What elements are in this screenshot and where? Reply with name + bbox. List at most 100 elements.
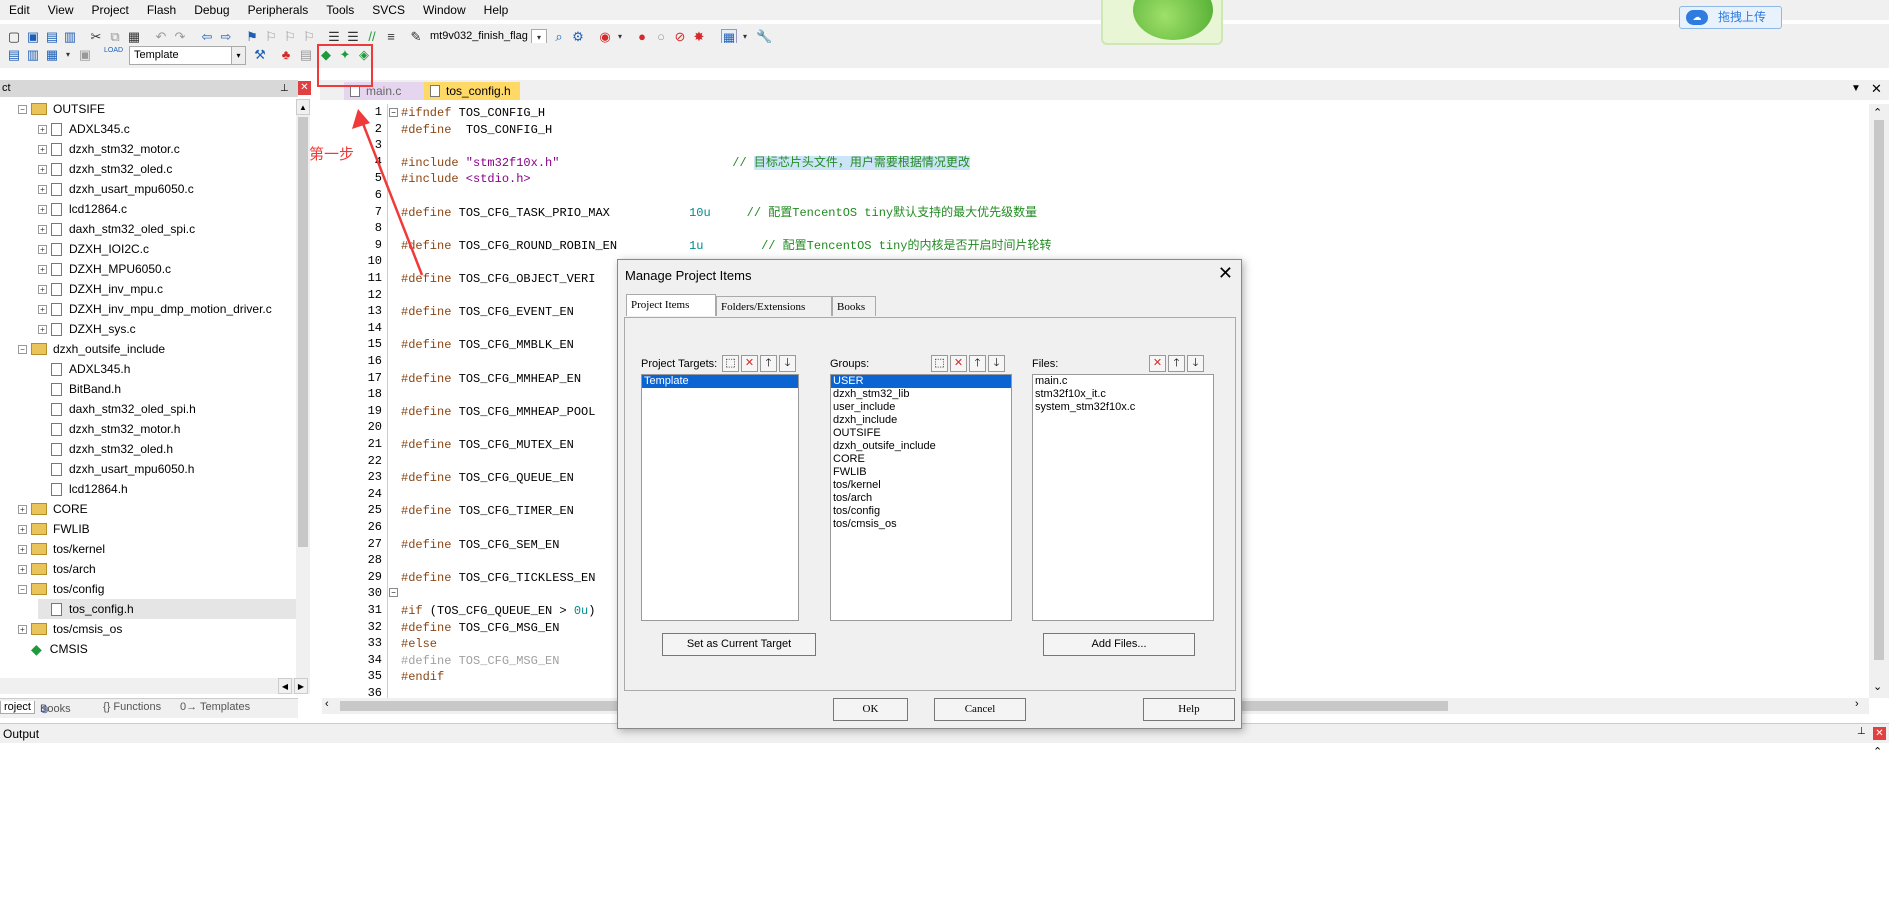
output-scrollbar[interactable]: ⌃	[1869, 745, 1889, 899]
batch-dropdown-icon[interactable]: ▾	[60, 47, 76, 63]
menu-peripherals[interactable]: Peripherals	[239, 3, 318, 17]
collapse-icon[interactable]: −	[18, 584, 27, 594]
tree-group[interactable]: + FWLIB	[18, 519, 90, 539]
delete-group-icon[interactable]: ✕	[950, 355, 967, 372]
tab-books[interactable]: Books	[832, 296, 876, 316]
group-item[interactable]: dzxh_stm32_lib	[831, 388, 1011, 401]
menu-debug[interactable]: Debug	[185, 3, 238, 17]
tree-file[interactable]: dzxh_usart_mpu6050.h	[38, 459, 194, 479]
scroll-up-icon[interactable]: ⌃	[1873, 106, 1882, 119]
delete-target-icon[interactable]: ✕	[741, 355, 758, 372]
groups-list[interactable]: USER dzxh_stm32_lib user_include dzxh_inclu…	[830, 374, 1012, 621]
tree-file[interactable]: + dzxh_stm32_motor.c	[38, 139, 180, 159]
group-item[interactable]: tos/arch	[831, 492, 1011, 505]
menu-view[interactable]: View	[39, 3, 83, 17]
move-down-icon[interactable]: 🡓	[988, 355, 1005, 372]
tree-file[interactable]: dzxh_stm32_oled.h	[38, 439, 173, 459]
download-icon[interactable]: LOAD	[104, 47, 123, 63]
menu-tools[interactable]: Tools	[317, 3, 363, 17]
tree-file[interactable]: + lcd12864.c	[38, 199, 127, 219]
tree-group[interactable]: − dzxh_outsife_include	[18, 339, 165, 359]
tab-tos-config-h[interactable]: tos_config.h	[424, 82, 520, 100]
group-item[interactable]: USER	[831, 375, 1011, 388]
expand-icon[interactable]: +	[18, 504, 27, 514]
scroll-left-icon[interactable]: ‹	[325, 698, 329, 710]
tree-file[interactable]: + DZXH_inv_mpu_dmp_motion_driver.c	[38, 299, 272, 319]
tree-group[interactable]: − tos/config	[18, 579, 104, 599]
expand-icon[interactable]: +	[38, 204, 47, 214]
menu-svcs[interactable]: SVCS	[363, 3, 414, 17]
tree-file[interactable]: + dzxh_usart_mpu6050.c	[38, 179, 194, 199]
target-select[interactable]: Template ▾	[129, 46, 246, 65]
pin-icon[interactable]: ⊥	[280, 80, 289, 97]
expand-icon[interactable]: +	[18, 524, 27, 534]
new-target-icon[interactable]: ⬚	[722, 355, 739, 372]
expand-icon[interactable]: +	[38, 324, 47, 334]
tree-file[interactable]: + ADXL345.c	[38, 119, 130, 139]
upload-button[interactable]: ☁ 拖拽上传	[1679, 6, 1782, 29]
tree-horizontal-scrollbar[interactable]: ◀ ▶	[0, 678, 310, 694]
output-content[interactable]: ⌃	[0, 743, 1889, 899]
scroll-left-icon[interactable]: ◀	[278, 678, 292, 694]
menu-project[interactable]: Project	[82, 3, 137, 17]
tree-group[interactable]: + tos/kernel	[18, 539, 105, 559]
menu-window[interactable]: Window	[414, 3, 475, 17]
expand-icon[interactable]: +	[18, 564, 27, 574]
move-up-icon[interactable]: 🡑	[969, 355, 986, 372]
translate-icon[interactable]: ▤	[6, 47, 22, 63]
tree-group[interactable]: + CORE	[18, 499, 88, 519]
help-button[interactable]: Help	[1143, 698, 1235, 721]
fold-toggle-icon[interactable]: −	[389, 588, 398, 597]
tree-group[interactable]: + tos/arch	[18, 559, 96, 579]
group-item[interactable]: tos/cmsis_os	[831, 518, 1011, 531]
tab-list-dropdown-icon[interactable]: ▼	[1851, 83, 1861, 94]
menu-edit[interactable]: Edit	[0, 3, 39, 17]
copy-target-icon[interactable]: ▤	[298, 47, 314, 63]
close-output-icon[interactable]: ✕	[1873, 727, 1886, 740]
close-editor-icon[interactable]: ✕	[1871, 81, 1882, 97]
expand-icon[interactable]: +	[38, 304, 47, 314]
group-item[interactable]: dzxh_include	[831, 414, 1011, 427]
stop-build-icon[interactable]: ▣	[77, 47, 93, 63]
group-item[interactable]: OUTSIFE	[831, 427, 1011, 440]
file-item[interactable]: system_stm32f10x.c	[1033, 401, 1213, 414]
group-item[interactable]: CORE	[831, 453, 1011, 466]
editor-vertical-scrollbar[interactable]: ⌃ ⌄	[1869, 104, 1889, 698]
expand-icon[interactable]: +	[38, 284, 47, 294]
group-item[interactable]: tos/kernel	[831, 479, 1011, 492]
delete-file-icon[interactable]: ✕	[1149, 355, 1166, 372]
expand-icon[interactable]: +	[18, 544, 27, 554]
tab-templates[interactable]: 0→ Templates	[180, 701, 250, 713]
tree-file[interactable]: daxh_stm32_oled_spi.h	[38, 399, 196, 419]
tree-file[interactable]: ◆ CMSIS	[18, 639, 88, 659]
tree-file[interactable]: + dzxh_stm32_oled.c	[38, 159, 172, 179]
group-item[interactable]: dzxh_outsife_include	[831, 440, 1011, 453]
scroll-down-icon[interactable]: ⌄	[1873, 680, 1882, 693]
ok-button[interactable]: OK	[833, 698, 908, 721]
scroll-thumb[interactable]	[298, 117, 308, 547]
tree-file[interactable]: dzxh_stm32_motor.h	[38, 419, 180, 439]
pin-icon[interactable]: ⊥	[1857, 726, 1866, 737]
collapse-icon[interactable]: −	[18, 344, 27, 354]
new-group-icon[interactable]: ⬚	[931, 355, 948, 372]
move-down-icon[interactable]: 🡓	[779, 355, 796, 372]
scroll-right-icon[interactable]: ▶	[294, 678, 308, 694]
expand-icon[interactable]: +	[38, 124, 47, 134]
expand-icon[interactable]: +	[38, 224, 47, 234]
tree-file[interactable]: + DZXH_IOI2C.c	[38, 239, 149, 259]
move-down-icon[interactable]: 🡓	[1187, 355, 1204, 372]
rebuild-icon[interactable]: ▦	[44, 47, 60, 63]
file-item[interactable]: stm32f10x_it.c	[1033, 388, 1213, 401]
tree-file[interactable]: lcd12864.h	[38, 479, 128, 499]
close-dialog-icon[interactable]: ✕	[1218, 263, 1233, 284]
tab-project[interactable]: roject	[0, 701, 35, 714]
expand-icon[interactable]: +	[38, 184, 47, 194]
scroll-right-icon[interactable]: ›	[1855, 698, 1859, 710]
tree-file[interactable]: + DZXH_sys.c	[38, 319, 136, 339]
tab-project-items[interactable]: Project Items	[626, 294, 716, 316]
move-up-icon[interactable]: 🡑	[1168, 355, 1185, 372]
group-item[interactable]: tos/config	[831, 505, 1011, 518]
set-as-current-target-button[interactable]: Set as Current Target	[662, 633, 816, 656]
menu-flash[interactable]: Flash	[138, 3, 185, 17]
expand-icon[interactable]: +	[38, 264, 47, 274]
